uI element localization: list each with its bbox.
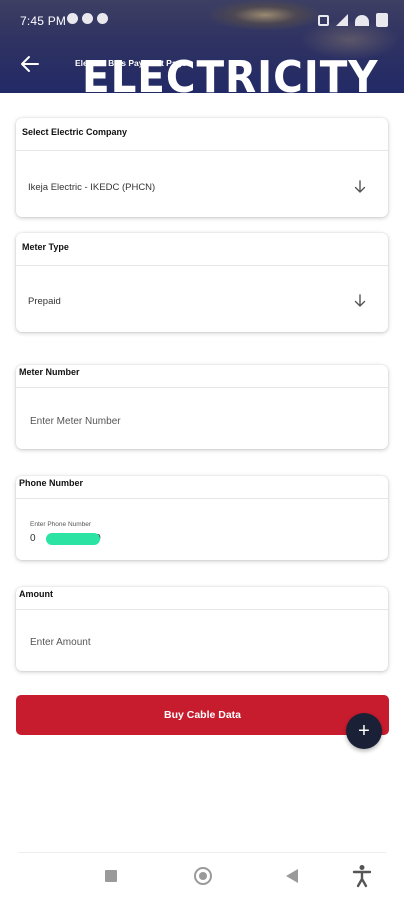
accessibility-icon[interactable] <box>352 864 372 888</box>
wifi-icon <box>355 14 369 26</box>
status-system-icons <box>318 13 388 27</box>
meter-type-select-card[interactable]: Meter Type Prepaid <box>16 233 388 332</box>
page-title: Electric Bills Payment Page <box>75 58 187 68</box>
meter-number-input[interactable]: Enter Meter Number <box>30 416 121 427</box>
meter-type-label: Meter Type <box>22 242 69 252</box>
status-bar: 7:45 PM <box>0 8 404 30</box>
meter-number-label: Meter Number <box>19 367 80 377</box>
divider <box>16 609 388 610</box>
nav-divider <box>18 852 386 853</box>
amount-input[interactable]: Enter Amount <box>30 637 91 648</box>
phone-number-card: Enter Phone Number 090 <box>16 476 388 560</box>
company-select-card[interactable]: Select Electric Company Ikeja Electric -… <box>16 118 388 217</box>
company-select-label: Select Electric Company <box>22 127 128 137</box>
divider <box>16 498 388 499</box>
chevron-down-icon[interactable] <box>354 294 366 308</box>
meter-type-selected-value: Prepaid <box>28 296 61 307</box>
nav-home-icon[interactable] <box>194 867 212 885</box>
twitter-icon <box>97 13 108 24</box>
divider <box>16 150 388 151</box>
back-arrow-icon[interactable] <box>20 55 40 73</box>
phone-number-hint: Enter Phone Number <box>30 521 92 528</box>
redaction-mark <box>46 533 100 545</box>
chevron-down-icon[interactable] <box>354 180 366 194</box>
meter-number-card: Enter Meter Number <box>16 365 388 449</box>
whatsapp-icon <box>67 13 78 24</box>
plus-icon[interactable]: + <box>346 713 382 749</box>
amount-card: Enter Amount <box>16 587 388 671</box>
divider <box>16 265 388 266</box>
status-notification-icons <box>67 13 108 24</box>
status-time: 7:45 PM <box>20 14 67 28</box>
divider <box>16 387 388 388</box>
nav-back-icon[interactable] <box>286 869 298 883</box>
nav-recents-icon[interactable] <box>105 870 117 882</box>
amount-label: Amount <box>19 589 53 599</box>
signal-icon <box>336 14 348 26</box>
phone-value-prefix: 0 <box>30 533 36 544</box>
company-selected-value: Ikeja Electric - IKEDC (PHCN) <box>28 182 156 193</box>
battery-icon <box>376 13 388 27</box>
copy-icon <box>318 14 329 26</box>
phone-number-label: Phone Number <box>19 478 84 488</box>
buy-cable-data-button[interactable]: Buy Cable Data <box>16 695 389 735</box>
app-header: 7:45 PM ELECTRICITY Electric Bills Payme… <box>0 0 404 93</box>
messenger-icon <box>82 13 93 24</box>
